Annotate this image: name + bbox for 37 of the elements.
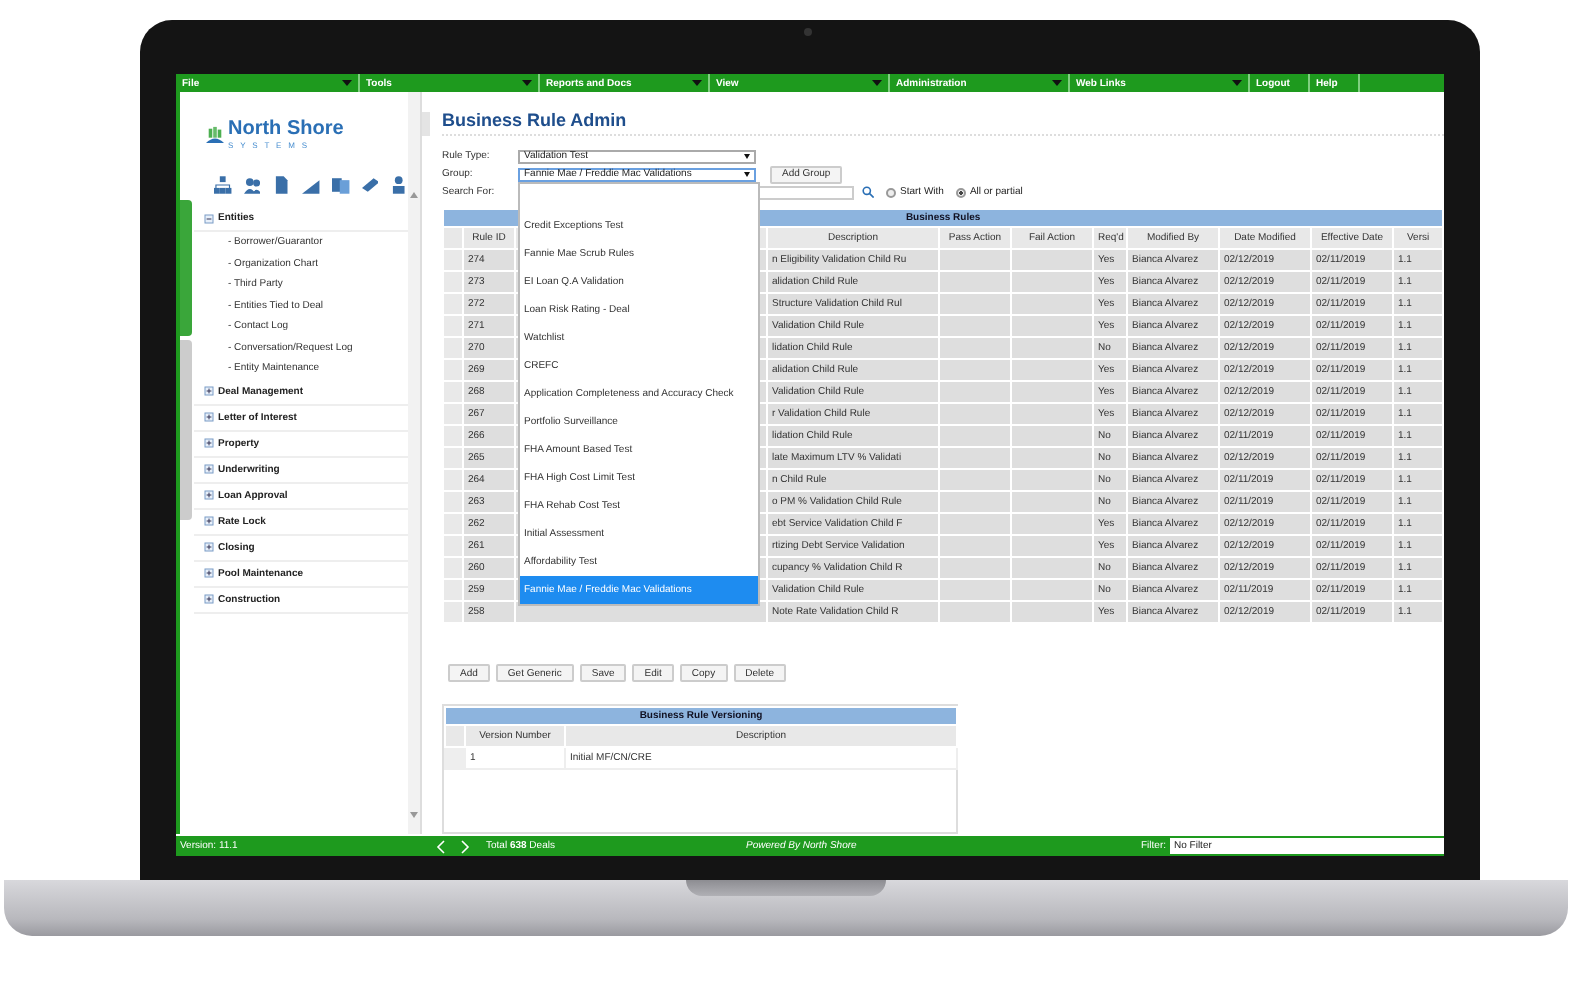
caret-icon [872, 80, 882, 86]
collapse-icon[interactable] [204, 213, 214, 223]
expand-icon[interactable] [204, 542, 214, 552]
header-cell [443, 227, 463, 250]
expand-icon[interactable] [204, 412, 214, 422]
logo-name: North Shore [228, 119, 344, 139]
files-icon[interactable] [331, 176, 350, 194]
scrollbar[interactable] [408, 92, 420, 834]
person-icon[interactable] [390, 176, 409, 194]
people-icon[interactable] [243, 176, 261, 194]
expand-icon[interactable] [204, 594, 214, 604]
previous-icon[interactable] [436, 839, 446, 853]
expand-icon[interactable] [204, 516, 214, 526]
scroll-up-icon[interactable] [410, 192, 418, 198]
logo-icon [206, 125, 224, 143]
expand-icon[interactable] [204, 490, 214, 500]
caret-icon [342, 80, 352, 86]
next-icon[interactable] [460, 839, 470, 853]
document-icon[interactable] [272, 176, 291, 194]
caret-icon [1232, 80, 1242, 86]
dropdown-arrow-icon [744, 171, 750, 178]
caret-icon [692, 80, 702, 86]
dropdown-list[interactable] [518, 181, 760, 606]
radio-button[interactable] [955, 187, 966, 198]
expand-icon[interactable] [204, 438, 214, 448]
scroll-down-icon[interactable] [410, 812, 418, 818]
caret-icon [1052, 80, 1062, 86]
radio-button[interactable] [886, 187, 896, 198]
org-chart-icon[interactable] [214, 176, 232, 194]
expand-icon[interactable] [204, 568, 214, 578]
page-title: Business Rule Admin [442, 110, 1444, 136]
chart-icon[interactable] [302, 176, 320, 194]
dropdown-arrow-icon [744, 153, 750, 160]
expand-icon[interactable] [204, 386, 214, 396]
search-icon[interactable] [862, 186, 874, 199]
expand-icon[interactable] [204, 464, 214, 474]
caret-icon [522, 80, 532, 86]
